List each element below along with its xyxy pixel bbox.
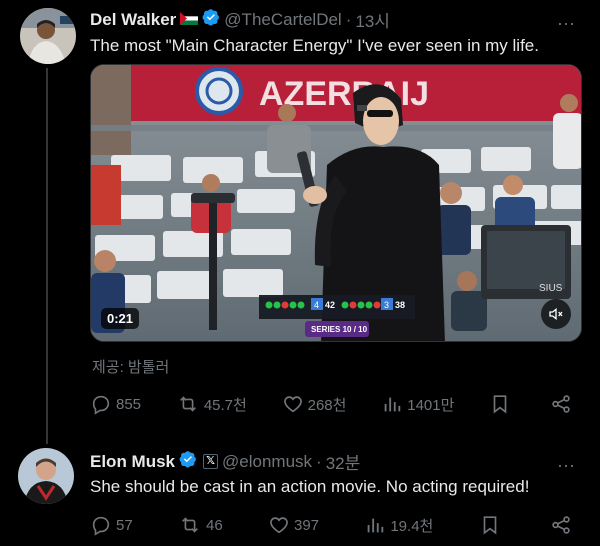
more-options-icon[interactable]: ··· [556, 14, 576, 32]
share-icon [552, 516, 570, 534]
score-left: 42 [325, 300, 335, 310]
x-affiliate-badge-icon[interactable]: 𝕏 [203, 454, 219, 469]
scoreboard-series: SERIES 10 / 10 [311, 325, 368, 334]
thread-connector-line [46, 68, 48, 444]
repost-count: 45.7천 [203, 396, 247, 414]
like-button[interactable]: 268천 [282, 393, 347, 415]
score-right: 38 [395, 300, 405, 310]
bookmark-icon [483, 516, 496, 535]
author-name[interactable]: Elon Musk [90, 452, 175, 472]
repost-icon [182, 517, 198, 533]
video-duration: 0:21 [101, 308, 140, 329]
avatar-del-walker[interactable] [20, 8, 76, 64]
more-options-icon[interactable]: ··· [556, 456, 576, 474]
reply-count: 57 [116, 516, 133, 534]
views-button[interactable]: 19.4천 [364, 514, 433, 536]
tweet-actions: 855 45.7천 268천 1401만 [90, 393, 576, 415]
tweet-timestamp[interactable]: 13시 [355, 7, 390, 32]
repost-button[interactable]: 45.7천 [176, 393, 247, 415]
view-count: 1401만 [407, 396, 455, 414]
tweet-text: She should be cast in an action movie. N… [90, 477, 530, 496]
video-frame-image: AZERBAIJ SIUS 4 42 3 38 SERIES 10 / 10 [91, 65, 581, 341]
heart-icon [270, 517, 288, 534]
separator-dot: · [316, 451, 322, 471]
bookmark-button[interactable] [489, 393, 515, 415]
share-icon [552, 395, 570, 413]
like-count: 397 [294, 516, 320, 534]
reply-icon [92, 516, 110, 536]
tweet-header: Del Walker @TheCartelDel · 13시 [90, 7, 390, 32]
views-button[interactable]: 1401만 [381, 393, 454, 415]
tweet-text: The most "Main Character Energy" I've ev… [90, 36, 539, 55]
monitor-label: SIUS [539, 283, 563, 294]
author-handle[interactable]: @TheCartelDel [224, 10, 341, 30]
repost-count: 46 [206, 516, 223, 534]
mute-button[interactable] [541, 299, 571, 329]
score-right-index: 3 [384, 300, 389, 310]
bookmark-icon [493, 395, 507, 414]
views-chart-icon [368, 518, 384, 533]
tweet-actions: 57 46 397 19.4천 [90, 514, 576, 536]
view-count: 19.4천 [390, 517, 434, 535]
score-left-index: 4 [314, 300, 319, 310]
avatar-elon-musk[interactable] [18, 448, 74, 504]
video-player[interactable]: AZERBAIJ SIUS 4 42 3 38 SERIES 10 / 10 0… [90, 64, 582, 342]
share-button[interactable] [550, 393, 576, 415]
tweet-timestamp[interactable]: 32분 [326, 449, 361, 474]
bookmark-button[interactable] [479, 514, 505, 536]
like-count: 268천 [307, 396, 347, 414]
reply-button[interactable]: 855 [90, 393, 141, 415]
like-button[interactable]: 397 [268, 514, 319, 536]
separator-dot: · [345, 9, 352, 29]
reply-button[interactable]: 57 [90, 514, 133, 536]
repost-button[interactable]: 46 [178, 514, 223, 536]
reply-count: 855 [116, 395, 142, 413]
reply-icon [92, 395, 110, 415]
author-handle[interactable]: @elonmusk [222, 452, 312, 472]
share-button[interactable] [550, 514, 576, 536]
verified-badge-icon[interactable] [179, 450, 197, 473]
author-name[interactable]: Del Walker [90, 10, 176, 30]
views-chart-icon [384, 397, 401, 412]
palestine-flag-icon [180, 10, 199, 30]
verified-badge-icon[interactable] [202, 8, 220, 31]
repost-icon [179, 396, 196, 412]
media-attribution: 제공: 밤톨러 [92, 359, 170, 376]
reply-header: Elon Musk 𝕏 @elonmusk · 32분 [90, 449, 360, 474]
speaker-muted-icon [549, 307, 563, 321]
heart-icon [283, 396, 302, 413]
